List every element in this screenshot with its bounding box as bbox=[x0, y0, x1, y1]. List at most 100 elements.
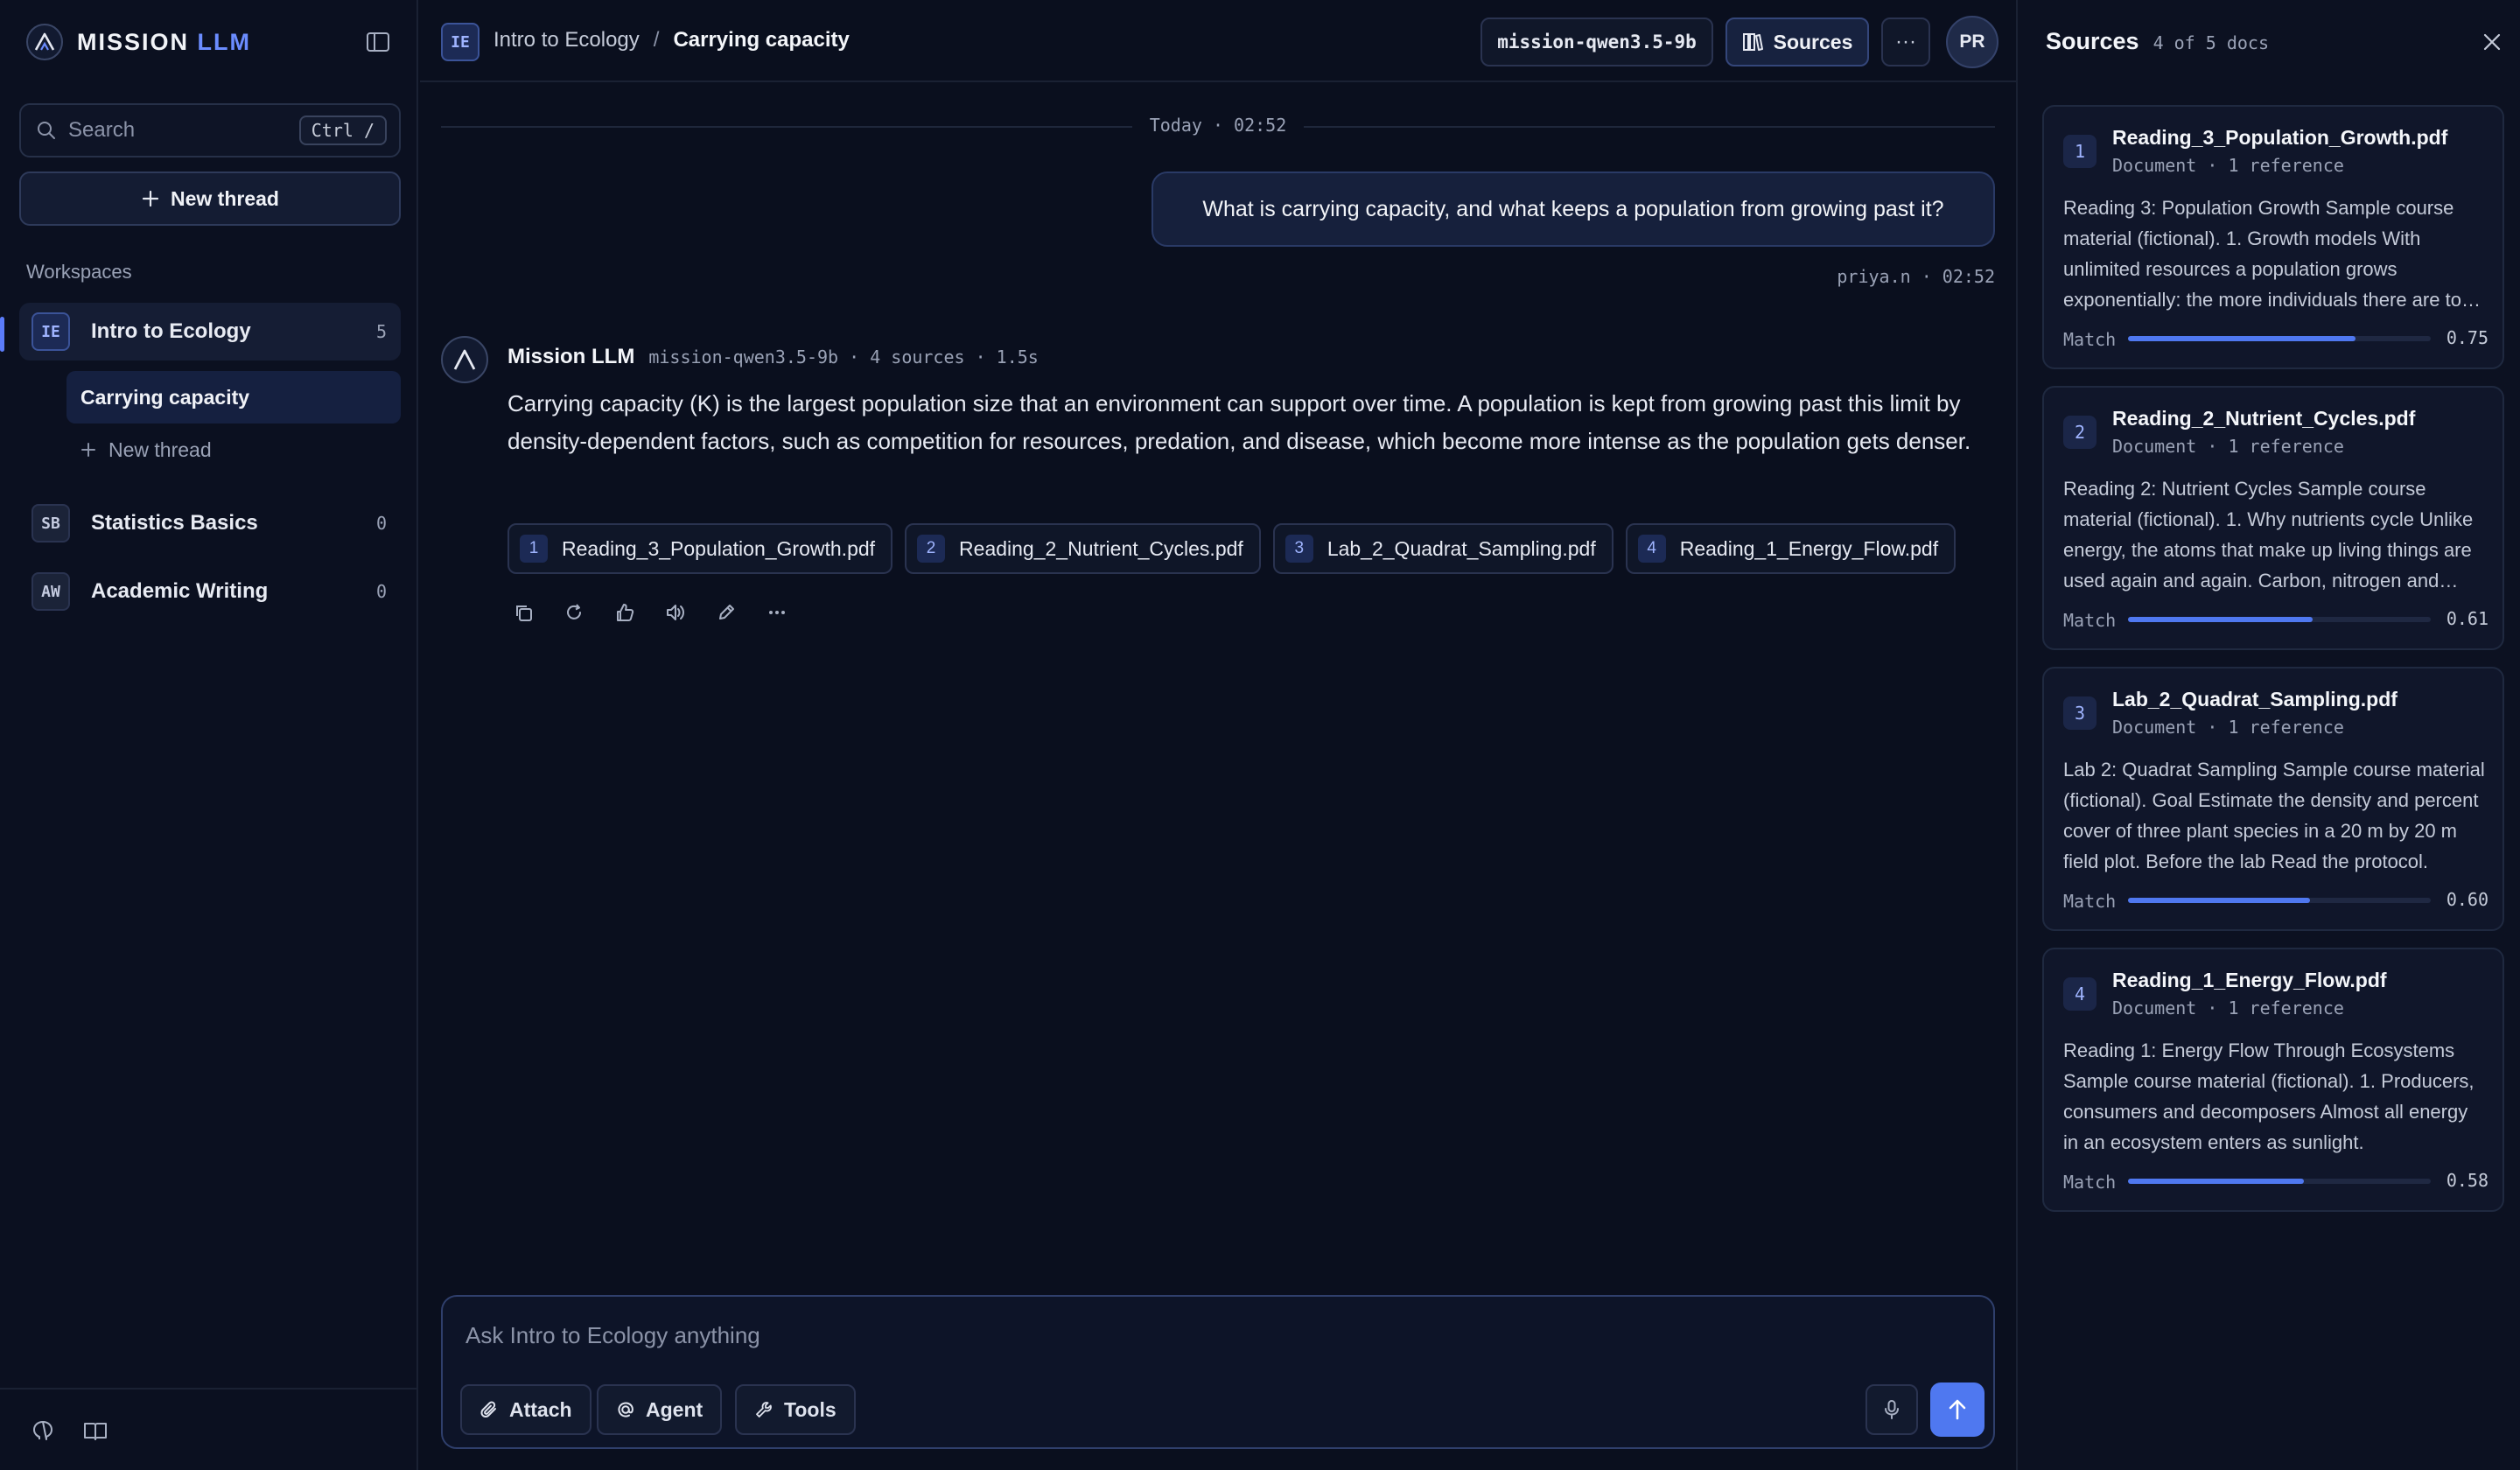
model-selector[interactable]: mission-qwen3.5-9b bbox=[1480, 18, 1713, 66]
new-thread-label: New thread bbox=[171, 186, 279, 210]
workspace-badge: AW bbox=[32, 572, 70, 611]
workspace-new-thread-button[interactable]: New thread bbox=[80, 432, 212, 467]
citation-label: Lab_2_Quadrat_Sampling.pdf bbox=[1326, 536, 1596, 560]
attach-label: Attach bbox=[509, 1397, 572, 1421]
copy-icon[interactable] bbox=[508, 597, 539, 628]
source-card[interactable]: 4 Reading_1_Energy_Flow.pdf Document · 1… bbox=[2042, 948, 2504, 1212]
match-label: Match bbox=[2063, 1172, 2117, 1193]
more-options-button[interactable]: ··· bbox=[1881, 18, 1930, 66]
match-label: Match bbox=[2063, 891, 2117, 912]
wrench-icon bbox=[756, 1402, 772, 1418]
microphone-icon bbox=[1885, 1400, 1899, 1419]
assistant-name: Mission LLM bbox=[508, 345, 635, 368]
source-number: 2 bbox=[2063, 416, 2096, 449]
workspace-label: Academic Writing bbox=[91, 579, 269, 603]
workspace-item-intro-to-ecology[interactable]: IE Intro to Ecology 5 bbox=[19, 303, 401, 360]
tools-button[interactable]: Tools bbox=[735, 1384, 856, 1435]
send-button[interactable] bbox=[1930, 1382, 1984, 1437]
search-placeholder: Search bbox=[68, 118, 136, 142]
citation-label: Reading_1_Energy_Flow.pdf bbox=[1679, 536, 1939, 560]
match-label: Match bbox=[2063, 329, 2117, 350]
sidebar-footer-divider bbox=[0, 1388, 418, 1390]
attach-button[interactable]: Attach bbox=[460, 1384, 592, 1435]
match-bar bbox=[2128, 898, 2431, 903]
workspace-item-academic-writing[interactable]: AW Academic Writing 0 bbox=[19, 563, 401, 620]
paperclip-icon bbox=[480, 1401, 496, 1418]
source-meta: Document · 1 reference bbox=[2112, 155, 2344, 176]
source-meta: Document · 1 reference bbox=[2112, 436, 2344, 457]
search-shortcut: Ctrl / bbox=[298, 116, 387, 145]
day-divider-text: Today · 02:52 bbox=[1149, 115, 1287, 136]
new-thread-label: New thread bbox=[108, 438, 212, 461]
divider-line bbox=[1304, 126, 1995, 128]
source-excerpt: Reading 1: Energy Flow Through Ecosystem… bbox=[2063, 1040, 2474, 1153]
close-icon[interactable] bbox=[2476, 26, 2508, 58]
match-score: 0.58 bbox=[2446, 1170, 2488, 1191]
sidebar-toggle-icon[interactable] bbox=[362, 26, 394, 58]
match-score: 0.75 bbox=[2446, 327, 2488, 348]
match-bar bbox=[2128, 336, 2431, 341]
source-card[interactable]: 2 Reading_2_Nutrient_Cycles.pdf Document… bbox=[2042, 386, 2504, 650]
regenerate-icon[interactable] bbox=[558, 597, 590, 628]
thumbs-up-icon[interactable] bbox=[609, 597, 640, 628]
agent-button[interactable]: Agent bbox=[597, 1384, 723, 1435]
source-excerpt: Reading 3: Population Growth Sample cour… bbox=[2063, 197, 2461, 311]
library-icon bbox=[1742, 33, 1763, 51]
citation-number: 1 bbox=[520, 535, 548, 563]
source-filename: Lab_2_Quadrat_Sampling.pdf bbox=[2112, 688, 2398, 710]
day-divider: Today · 02:52 bbox=[441, 112, 1995, 142]
active-workspace-indicator bbox=[0, 317, 4, 352]
workspace-count: 5 bbox=[375, 321, 387, 342]
match-bar bbox=[2128, 1179, 2431, 1184]
search-input[interactable]: Search Ctrl / bbox=[19, 103, 401, 158]
assistant-message-text: Carrying capacity (K) is the largest pop… bbox=[508, 390, 1971, 454]
sidebar: MISSION LLM Search Ctrl / New thread Wor… bbox=[0, 0, 418, 1470]
citation-label: Reading_2_Nutrient_Cycles.pdf bbox=[959, 536, 1243, 560]
source-card[interactable]: 1 Reading_3_Population_Growth.pdf Docume… bbox=[2042, 105, 2504, 369]
breadcrumb-thread-title: Carrying capacity bbox=[673, 28, 850, 52]
match-score: 0.60 bbox=[2446, 889, 2488, 910]
tools-label: Tools bbox=[784, 1397, 836, 1421]
citation-chip[interactable]: 3 Lab_2_Quadrat_Sampling.pdf bbox=[1272, 523, 1614, 574]
github-icon[interactable] bbox=[28, 1416, 58, 1446]
brand[interactable]: MISSION LLM bbox=[26, 23, 251, 61]
source-number: 3 bbox=[2063, 696, 2096, 730]
new-thread-button[interactable]: New thread bbox=[19, 172, 401, 226]
sources-label: Sources bbox=[1773, 30, 1853, 53]
breadcrumb: Intro to Ecology / Carrying capacity bbox=[494, 28, 850, 52]
composer-input[interactable] bbox=[466, 1316, 1866, 1354]
source-meta: Document · 1 reference bbox=[2112, 998, 2344, 1018]
citation-chip[interactable]: 2 Reading_2_Nutrient_Cycles.pdf bbox=[905, 523, 1261, 574]
sources-panel-header: Sources 4 of 5 docs bbox=[2046, 28, 2269, 55]
citation-chip[interactable]: 4 Reading_1_Energy_Flow.pdf bbox=[1625, 523, 1956, 574]
sources-button[interactable]: Sources bbox=[1726, 18, 1869, 66]
workspace-item-statistics-basics[interactable]: SB Statistics Basics 0 bbox=[19, 494, 401, 552]
workspace-label: Statistics Basics bbox=[91, 511, 258, 535]
more-icon[interactable] bbox=[761, 597, 793, 628]
breadcrumb-workspace[interactable]: Intro to Ecology bbox=[494, 28, 640, 52]
user-message-bubble: What is carrying capacity, and what keep… bbox=[1152, 172, 1995, 247]
user-avatar[interactable]: PR bbox=[1946, 16, 1998, 68]
edit-icon[interactable] bbox=[710, 597, 742, 628]
source-number: 1 bbox=[2063, 135, 2096, 168]
workspaces-heading: Workspaces bbox=[26, 261, 132, 283]
book-icon[interactable] bbox=[80, 1416, 110, 1446]
citation-number: 2 bbox=[917, 535, 946, 563]
workspace-count: 0 bbox=[375, 513, 387, 534]
source-card[interactable]: 3 Lab_2_Quadrat_Sampling.pdf Document · … bbox=[2042, 667, 2504, 931]
thread-item-carrying-capacity[interactable]: Carrying capacity bbox=[66, 371, 401, 424]
mission-logo-icon bbox=[26, 24, 63, 60]
microphone-button[interactable] bbox=[1866, 1384, 1918, 1435]
workspace-badge: IE bbox=[32, 312, 70, 351]
match-bar-fill bbox=[2128, 617, 2314, 622]
citation-chip[interactable]: 1 Reading_3_Population_Growth.pdf bbox=[508, 523, 893, 574]
source-excerpt: Lab 2: Quadrat Sampling Sample course ma… bbox=[2063, 759, 2485, 872]
mission-logo-icon bbox=[453, 349, 476, 370]
sources-panel-title: Sources bbox=[2046, 28, 2139, 54]
breadcrumb-workspace-badge: IE bbox=[441, 23, 480, 61]
arrow-up-icon bbox=[1949, 1399, 1966, 1420]
speaker-icon[interactable] bbox=[660, 597, 691, 628]
search-icon bbox=[38, 122, 55, 139]
workspace-count: 0 bbox=[375, 581, 387, 602]
source-filename: Reading_3_Population_Growth.pdf bbox=[2112, 126, 2448, 149]
